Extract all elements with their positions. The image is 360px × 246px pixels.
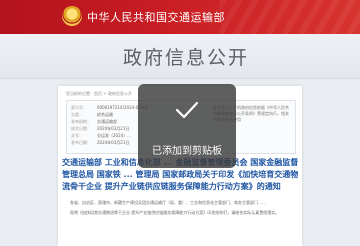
meta-row: 发布日期： 2024年03月21日 bbox=[71, 140, 129, 147]
meta-value: 综合运输 bbox=[97, 112, 113, 117]
meta-key: 索引号： bbox=[71, 105, 87, 110]
meta-value: 2024年03月21日 bbox=[97, 140, 130, 145]
paragraph: 现将《加快培育交通物流骨干企业 提升产业链供应链服务保障能力行动方案》印发给你们… bbox=[70, 210, 280, 215]
meta-row: 文号： 交运发〔2024〕... bbox=[71, 133, 131, 140]
meta-row: 索引号： 000019721X/2024-00102 bbox=[71, 105, 148, 112]
section-header: 政府信息公开 bbox=[0, 34, 360, 79]
meta-row: 成文日期： 2024年03月21日 bbox=[71, 126, 129, 133]
meta-key: 发布机构： bbox=[71, 119, 91, 124]
meta-row: 分类： 综合运输 bbox=[71, 112, 113, 119]
page-title: 政府信息公开 bbox=[123, 47, 250, 69]
check-icon bbox=[175, 101, 199, 119]
national-emblem-icon bbox=[62, 6, 82, 26]
meta-key: 发布日期： bbox=[71, 140, 91, 145]
breadcrumb[interactable]: 您当前的位置：首页 > 政府信息公开 bbox=[66, 91, 132, 97]
meta-key: 分类： bbox=[71, 112, 83, 117]
toast-message: 已添加到剪贴板 bbox=[152, 146, 222, 157]
document-body: 各省、自治区、直辖市、新疆生产建设兵团交通运输厅（局、委）、工业和信息化主管部门… bbox=[62, 199, 298, 219]
meta-value: 交通运输部 bbox=[97, 119, 117, 124]
ministry-name[interactable]: 中华人民共和国交通运输部 bbox=[87, 9, 225, 25]
banner-decoration bbox=[220, 0, 360, 34]
paragraph: 各省、自治区、直辖市、新疆生产建设兵团交通运输厅（局、委）、工业和信息化主管部门… bbox=[70, 200, 266, 205]
meta-value: 2024年03月21日 bbox=[97, 126, 130, 131]
meta-key: 文号： bbox=[71, 133, 83, 138]
top-banner: 中华人民共和国交通运输部 bbox=[0, 0, 360, 34]
meta-row: 发布机构： 交通运输部 bbox=[71, 119, 117, 126]
meta-key: 成文日期： bbox=[71, 126, 91, 131]
meta-value: 交运发〔2024〕... bbox=[97, 133, 131, 138]
clipboard-toast: 已添加到剪贴板 bbox=[138, 84, 236, 168]
